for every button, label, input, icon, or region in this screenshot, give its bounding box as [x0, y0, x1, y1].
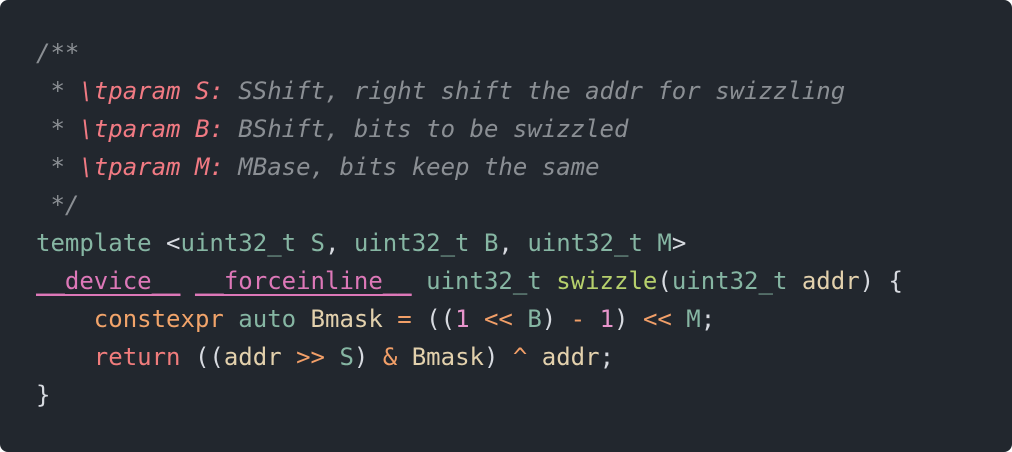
code-token-type: uint32_t	[426, 267, 542, 295]
code-token-operator: <<	[642, 305, 687, 333]
code-token-punct: ((	[426, 305, 456, 333]
code-token-comment: *	[36, 115, 80, 143]
code-token-punct: ) {	[859, 267, 904, 295]
code-token-comment: *	[36, 153, 80, 181]
code-token-tag: \tparam B:	[79, 115, 224, 143]
code-line: /**	[36, 34, 1012, 72]
code-token-type: B	[483, 229, 499, 257]
code-token-ident: addr	[223, 343, 282, 371]
code-token-macro: __device__	[36, 267, 181, 295]
code-token-punct: <	[166, 229, 181, 257]
code-token-operator: <<	[469, 305, 528, 333]
code-token-comment: BShift, bits to be swizzled	[223, 115, 629, 143]
code-token-type: S	[339, 343, 354, 371]
code-token-punct: ((	[194, 343, 224, 371]
code-token-punct: ,	[325, 229, 354, 257]
code-lines: /** * \tparam S: SShift, right shift the…	[36, 34, 1012, 414]
code-token-tag: \tparam M:	[79, 153, 224, 181]
code-token-punct: >	[671, 229, 687, 257]
code-line: * \tparam M: MBase, bits keep the same	[36, 148, 1012, 186]
code-token-operator: =	[382, 305, 427, 333]
code-line: * \tparam S: SShift, right shift the add…	[36, 72, 1012, 110]
code-token-number: 1	[599, 305, 615, 333]
code-token-type: uint32_t	[527, 229, 643, 257]
code-token-comment: /**	[36, 39, 80, 67]
code-token-punct: )	[614, 305, 643, 333]
code-token-keyword2: constexpr	[93, 305, 224, 333]
code-line: * \tparam B: BShift, bits to be swizzled	[36, 110, 1012, 148]
code-token-punct: ;	[700, 305, 716, 333]
code-line: constexpr auto Bmask = ((1 << B) - 1) <<…	[36, 300, 1012, 338]
code-token-keyword: return	[93, 343, 181, 371]
code-token-type: auto	[238, 305, 297, 333]
code-token-type: uint32_t	[671, 267, 788, 295]
code-token-number: 1	[455, 305, 470, 333]
code-token-comment: *	[36, 77, 80, 105]
code-token-type: B	[527, 305, 542, 333]
code-token-punct: }	[36, 381, 51, 409]
code-token-comment: SShift, right shift the addr for swizzli…	[223, 77, 846, 105]
code-block: /** * \tparam S: SShift, right shift the…	[0, 0, 1012, 452]
code-line: }	[36, 376, 1012, 414]
code-line: template <uint32_t S, uint32_t B, uint32…	[36, 224, 1012, 262]
code-token-type: M	[657, 229, 672, 257]
code-token-operator: -	[570, 305, 600, 333]
code-token-comment: MBase, bits keep the same	[223, 153, 600, 181]
code-token-punct: ;	[599, 343, 615, 371]
code-line: */	[36, 186, 1012, 224]
code-token-operator: ^	[512, 343, 542, 371]
code-token-type: template	[36, 229, 152, 257]
code-token-ident: Bmask	[310, 305, 383, 333]
code-token-type: M	[686, 305, 701, 333]
code-token-ident: Bmask	[411, 343, 484, 371]
code-line: return ((addr >> S) & Bmask) ^ addr;	[36, 338, 1012, 376]
code-token-macro: __forceinline__	[194, 267, 412, 295]
code-token-ident: addr	[801, 267, 860, 295]
code-line: __device__ __forceinline__ uint32_t swiz…	[36, 262, 1012, 300]
code-token-tag: \tparam S:	[79, 77, 224, 105]
code-token-punct: )	[541, 305, 571, 333]
code-token-punct: )	[353, 343, 383, 371]
code-token-type: uint32_t	[180, 229, 297, 257]
code-token-comment: */	[36, 191, 80, 219]
code-token-func: swizzle	[556, 267, 658, 295]
code-token-punct: ,	[498, 229, 528, 257]
code-token-type: uint32_t	[353, 229, 470, 257]
code-token-operator: >>	[281, 343, 340, 371]
code-token-ident: addr	[541, 343, 600, 371]
code-token-type: S	[310, 229, 325, 257]
code-token-punct: (	[657, 267, 672, 295]
code-token-punct: )	[483, 343, 513, 371]
code-token-operator: &	[382, 343, 412, 371]
